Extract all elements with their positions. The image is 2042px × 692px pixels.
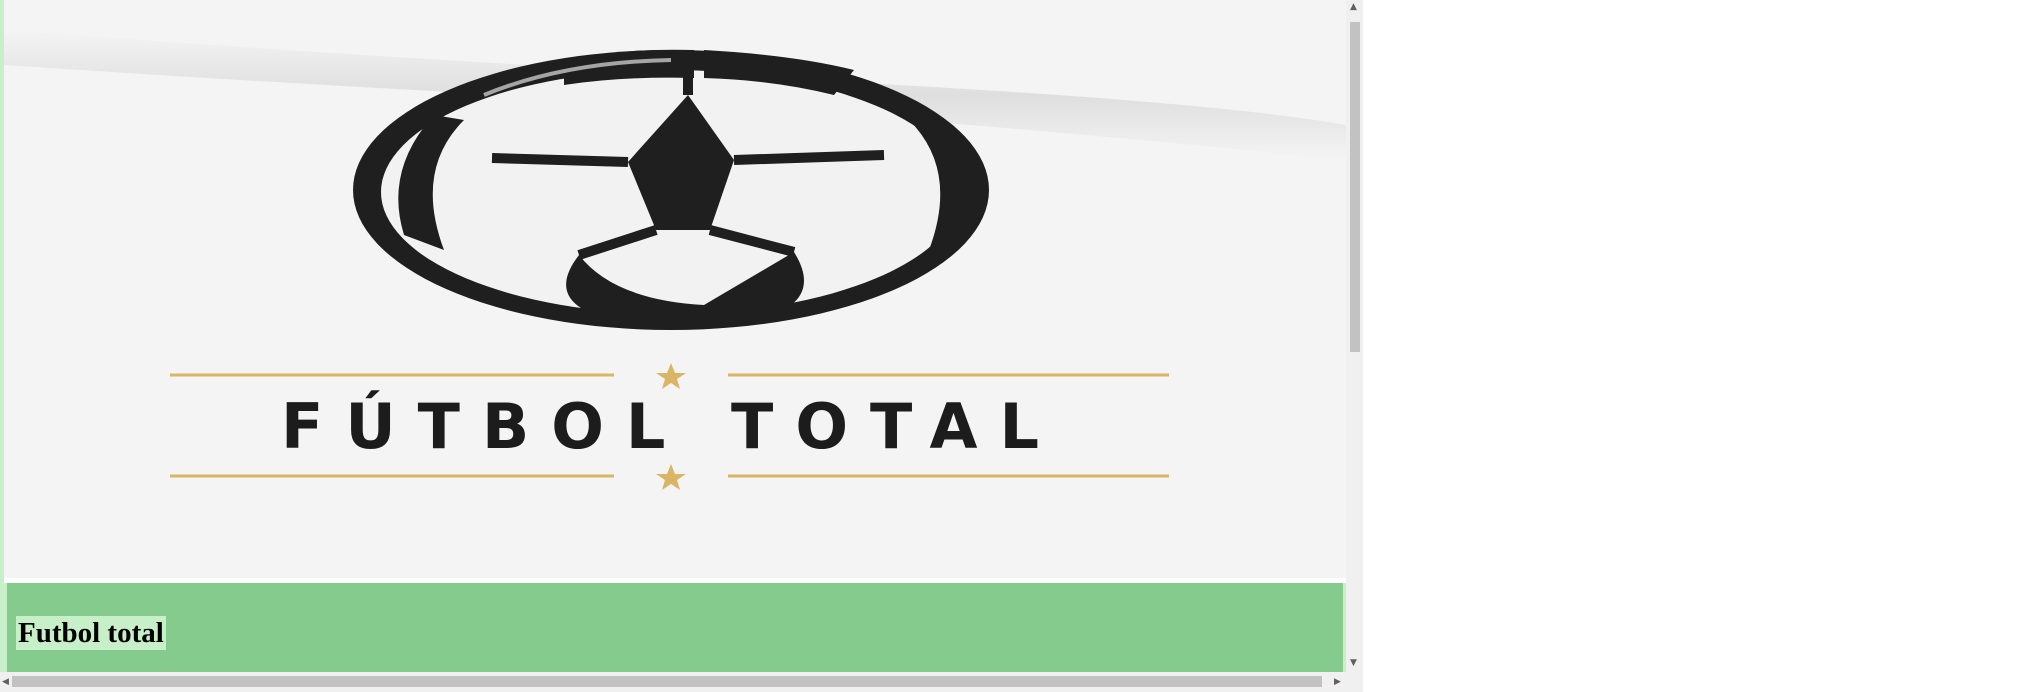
horizontal-scroll-thumb[interactable] (12, 676, 1322, 687)
vertical-scroll-thumb[interactable] (1350, 22, 1360, 352)
logo-wordmark: FÚTBOL TOTAL (281, 390, 1061, 463)
logo-graphic: FÚTBOL TOTAL (4, 30, 1346, 490)
soccer-ball-icon (353, 49, 989, 330)
site-title: Futbol total (16, 616, 166, 650)
logo-banner: FÚTBOL TOTAL (4, 0, 1346, 578)
scroll-right-arrow-icon[interactable]: ▶ (1334, 677, 1341, 687)
scroll-down-arrow-icon[interactable]: ▼ (1350, 658, 1357, 668)
browser-viewport: FÚTBOL TOTAL Futbol total ▲ ▼ ◀ ▶ (0, 0, 1363, 692)
star-icon (656, 363, 686, 389)
scrollbar-corner (1346, 672, 1363, 692)
site-header-bar: Futbol total (4, 583, 1346, 672)
scroll-up-arrow-icon[interactable]: ▲ (1350, 2, 1357, 12)
vertical-scrollbar[interactable]: ▲ ▼ (1346, 0, 1363, 672)
star-icon (656, 464, 686, 490)
page-content: FÚTBOL TOTAL Futbol total (4, 0, 1346, 672)
scroll-left-arrow-icon[interactable]: ◀ (2, 677, 9, 687)
horizontal-scrollbar[interactable]: ◀ ▶ (0, 672, 1346, 692)
